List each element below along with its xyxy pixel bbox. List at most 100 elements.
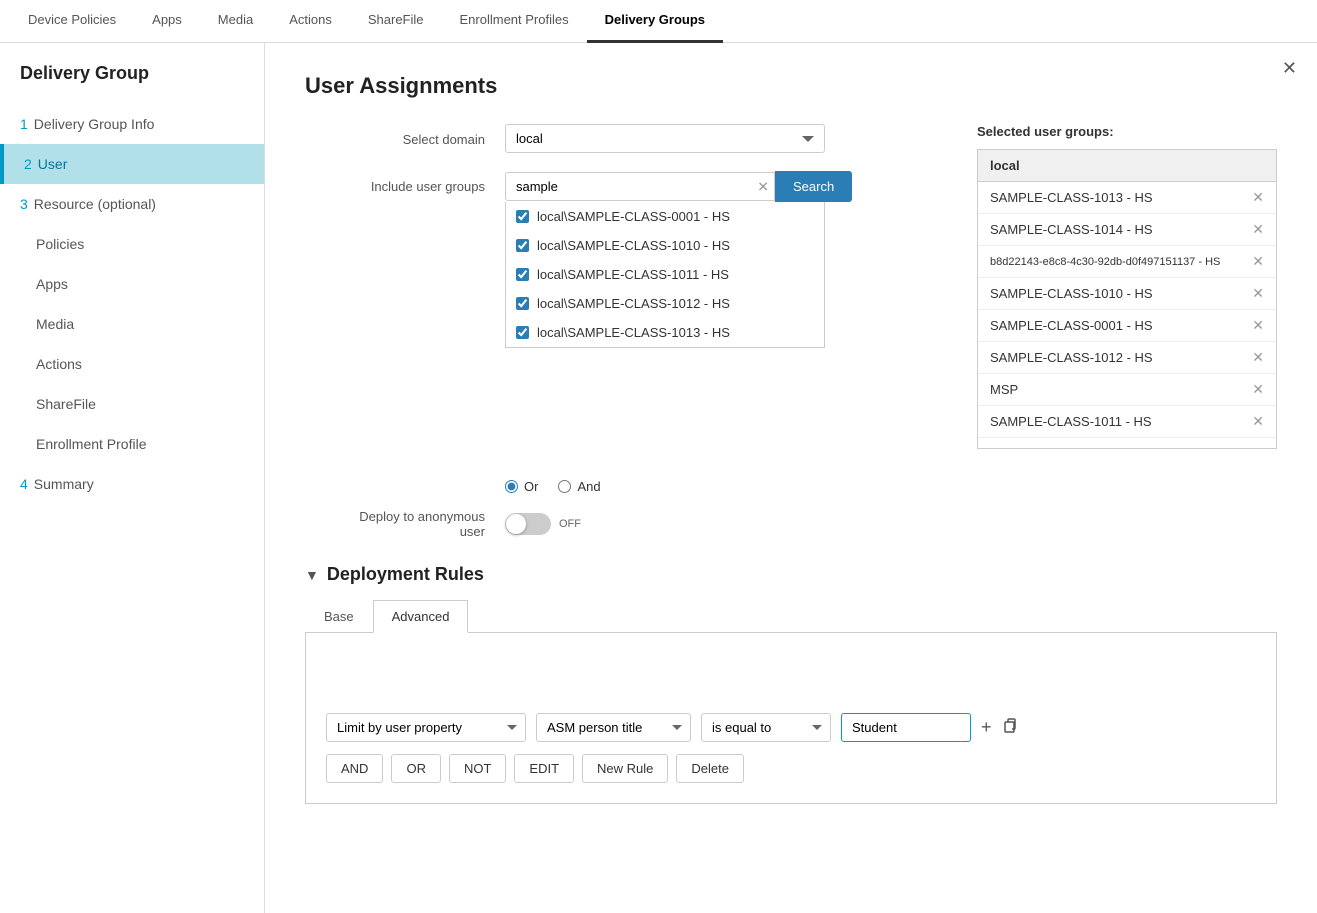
sidebar-item-actions[interactable]: Actions (0, 344, 264, 384)
nav-item-media[interactable]: Media (200, 0, 271, 43)
dropdown-checkbox-4[interactable] (516, 326, 529, 339)
delete-button[interactable]: Delete (676, 754, 744, 783)
rule-builder: Limit by user property Limit by device p… (326, 713, 1256, 742)
main-layout: Delivery Group 1 Delivery Group Info 2 U… (0, 43, 1317, 913)
toggle-knob (506, 514, 526, 534)
sidebar-item-resource[interactable]: 3 Resource (optional) (0, 184, 264, 224)
tab-base[interactable]: Base (305, 600, 373, 632)
limit-by-select[interactable]: Limit by user property Limit by device p… (326, 713, 526, 742)
step-1-num: 1 (20, 116, 28, 132)
dropdown-checkbox-2[interactable] (516, 268, 529, 281)
remove-group-3[interactable]: ✕ (1252, 285, 1264, 302)
include-user-groups-row: Include user groups ✕ Search (305, 171, 877, 348)
select-domain-label: Select domain (305, 124, 505, 147)
nav-item-device-policies[interactable]: Device Policies (10, 0, 134, 43)
add-rule-button[interactable]: + (981, 717, 992, 738)
and-radio-option[interactable]: And (558, 479, 600, 494)
selected-group-item-3: SAMPLE-CLASS-1010 - HS ✕ (978, 278, 1276, 310)
sidebar-title: Delivery Group (0, 63, 264, 104)
search-clear-button[interactable]: ✕ (757, 178, 769, 195)
remove-group-7[interactable]: ✕ (1252, 413, 1264, 430)
search-input[interactable] (505, 172, 775, 201)
edit-button[interactable]: EDIT (514, 754, 574, 783)
remove-group-5[interactable]: ✕ (1252, 349, 1264, 366)
selected-group-item-6: MSP ✕ (978, 374, 1276, 406)
or-button[interactable]: OR (391, 754, 441, 783)
new-rule-button[interactable]: New Rule (582, 754, 668, 783)
remove-group-6[interactable]: ✕ (1252, 381, 1264, 398)
remove-group-0[interactable]: ✕ (1252, 189, 1264, 206)
sidebar-label-resource: Resource (optional) (34, 196, 156, 212)
and-button[interactable]: AND (326, 754, 383, 783)
dropdown-item-1[interactable]: local\SAMPLE-CLASS-1010 - HS (506, 231, 824, 260)
step-2-num: 2 (24, 156, 32, 172)
nav-item-apps[interactable]: Apps (134, 0, 200, 43)
search-input-wrap: ✕ (505, 172, 775, 201)
selected-groups-box: local SAMPLE-CLASS-1013 - HS ✕ SAMPLE-CL… (977, 149, 1277, 449)
toggle-switch[interactable]: OFF (505, 513, 581, 535)
sidebar-item-enrollment-profile[interactable]: Enrollment Profile (0, 424, 264, 464)
condition-select[interactable]: is equal to is not equal to contains (701, 713, 831, 742)
sidebar-item-summary[interactable]: 4 Summary (0, 464, 264, 504)
deployment-rules-label: Deployment Rules (327, 564, 484, 585)
dropdown-checkbox-0[interactable] (516, 210, 529, 223)
rule-actions: AND OR NOT EDIT New Rule Delete (326, 754, 1256, 783)
sidebar-label-summary: Summary (34, 476, 94, 492)
or-and-radio-row: Or And (305, 459, 1277, 509)
not-button[interactable]: NOT (449, 754, 506, 783)
dropdown-checkbox-1[interactable] (516, 239, 529, 252)
asm-property-select[interactable]: ASM person title ASM department ASM grad… (536, 713, 691, 742)
nav-item-actions[interactable]: Actions (271, 0, 350, 43)
close-button[interactable]: ✕ (1282, 58, 1297, 79)
rule-value-input[interactable] (841, 713, 971, 742)
sidebar-item-policies[interactable]: Policies (0, 224, 264, 264)
remove-group-2[interactable]: ✕ (1252, 253, 1264, 270)
dropdown-item-3[interactable]: local\SAMPLE-CLASS-1012 - HS (506, 289, 824, 318)
selected-group-item-4: SAMPLE-CLASS-0001 - HS ✕ (978, 310, 1276, 342)
sidebar-label-policies: Policies (36, 236, 84, 252)
sidebar-item-sharefile[interactable]: ShareFile (0, 384, 264, 424)
tab-advanced[interactable]: Advanced (373, 600, 469, 633)
sidebar-label-actions: Actions (36, 356, 82, 372)
nav-item-sharefile[interactable]: ShareFile (350, 0, 442, 43)
sidebar-item-user[interactable]: 2 User (0, 144, 264, 184)
deploy-anonymous-row: Deploy to anonymous user OFF (305, 509, 1277, 539)
remove-group-4[interactable]: ✕ (1252, 317, 1264, 334)
or-radio-option[interactable]: Or (505, 479, 538, 494)
toggle-off-label: OFF (559, 518, 581, 530)
top-nav: Device Policies Apps Media Actions Share… (0, 0, 1317, 43)
dropdown-item-label-4: local\SAMPLE-CLASS-1013 - HS (537, 325, 730, 340)
or-radio[interactable] (505, 480, 518, 493)
collapse-arrow-icon[interactable]: ▼ (305, 567, 319, 583)
dropdown-item-0[interactable]: local\SAMPLE-CLASS-0001 - HS (506, 202, 824, 231)
nav-item-enrollment-profiles[interactable]: Enrollment Profiles (442, 0, 587, 43)
page-title: User Assignments (305, 73, 1277, 99)
remove-group-1[interactable]: ✕ (1252, 221, 1264, 238)
copy-rule-button[interactable] (1002, 717, 1018, 738)
search-button[interactable]: Search (775, 171, 852, 202)
sidebar-item-delivery-group-info[interactable]: 1 Delivery Group Info (0, 104, 264, 144)
sidebar-item-media[interactable]: Media (0, 304, 264, 344)
sidebar-item-apps[interactable]: Apps (0, 264, 264, 304)
deployment-rules-tabs: Base Advanced (305, 600, 1277, 633)
dropdown-item-label-2: local\SAMPLE-CLASS-1011 - HS (537, 267, 729, 282)
sidebar: Delivery Group 1 Delivery Group Info 2 U… (0, 43, 265, 913)
search-row: ✕ Search (505, 171, 852, 202)
and-radio[interactable] (558, 480, 571, 493)
dropdown-item-2[interactable]: local\SAMPLE-CLASS-1011 - HS (506, 260, 824, 289)
select-domain-row: Select domain local AD LDAP (305, 124, 877, 153)
domain-select[interactable]: local AD LDAP (505, 124, 825, 153)
step-4-num: 4 (20, 476, 28, 492)
selected-group-item-2: b8d22143-e8c8-4c30-92db-d0f497151137 - H… (978, 246, 1276, 278)
dropdown-checkbox-3[interactable] (516, 297, 529, 310)
content-area: ✕ User Assignments Select domain local A… (265, 43, 1317, 913)
and-label: And (577, 479, 600, 494)
dropdown-item-label-0: local\SAMPLE-CLASS-0001 - HS (537, 209, 730, 224)
sidebar-label-delivery-group-info: Delivery Group Info (34, 116, 155, 132)
sidebar-label-sharefile: ShareFile (36, 396, 96, 412)
deploy-toggle[interactable] (505, 513, 551, 535)
dropdown-item-4[interactable]: local\SAMPLE-CLASS-1013 - HS (506, 318, 824, 347)
nav-item-delivery-groups[interactable]: Delivery Groups (587, 0, 723, 43)
selected-groups-header: local (978, 150, 1276, 182)
sidebar-label-user: User (38, 156, 68, 172)
